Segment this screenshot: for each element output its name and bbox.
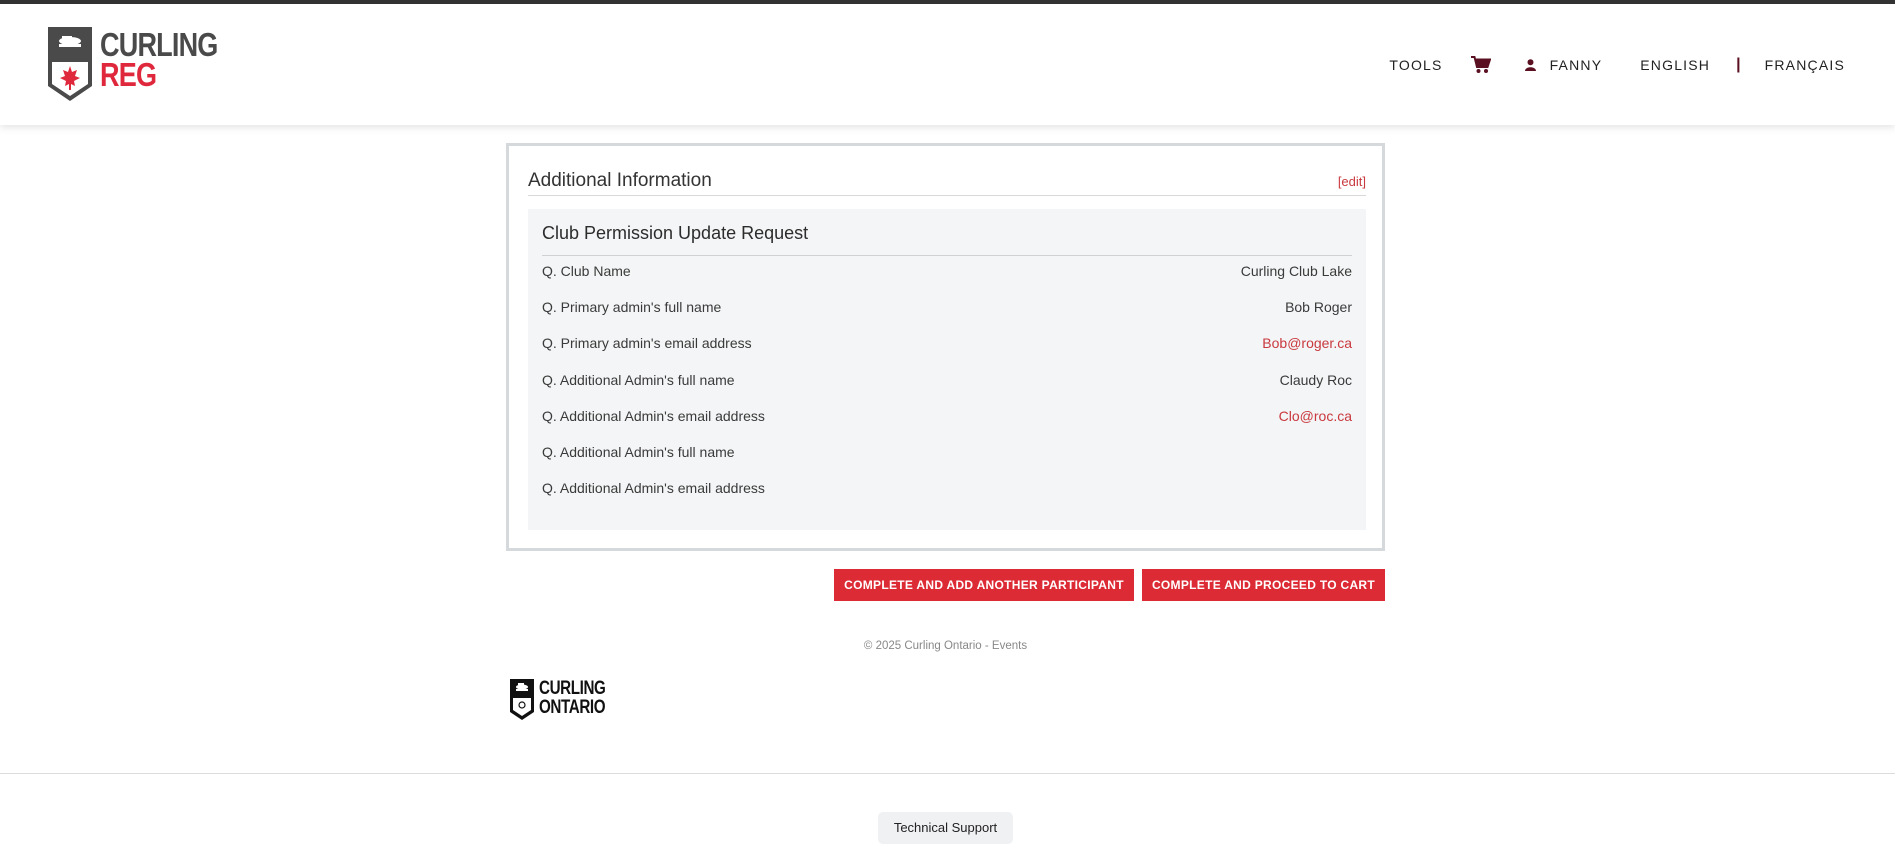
qa-row: Q. Additional Admin's email address Clo@r… [542, 404, 1352, 428]
qa-row: Q. Club Name Curling Club Lake [542, 259, 1352, 283]
lang-french[interactable]: FRANÇAIS [1765, 57, 1845, 73]
question-label: Q. Additional Admin's email address [542, 408, 765, 424]
panel-header: Additional Information [edit] [528, 170, 1366, 196]
question-label: Q. Primary admin's email address [542, 335, 752, 351]
answer-value: Curling Club Lake [1240, 263, 1352, 279]
curling-ontario-logo[interactable]: CURLING ONTARIO [509, 678, 606, 722]
footer-divider [0, 773, 1895, 774]
cart-icon [1470, 56, 1491, 73]
site-header: CURLING REG TOOLS FANNY ENGLISH | FRANÇA… [0, 4, 1895, 125]
curling-reg-logo[interactable]: CURLING REG [47, 26, 218, 106]
copyright-text: © 2025 Curling Ontario - Events [863, 640, 1028, 652]
answer-email-link[interactable]: Clo@roc.ca [1279, 404, 1352, 428]
question-label: Q. Additional Admin's email address [542, 480, 765, 496]
brand-line-2: REG [100, 56, 157, 93]
answer-email-link[interactable]: Bob@roger.ca [1262, 331, 1352, 355]
answer-value: Bob Roger [1285, 299, 1352, 315]
user-name: FANNY [1549, 57, 1603, 73]
section-title: Club Permission Update Request [542, 223, 1352, 256]
qa-row: Q. Additional Admin's full name Claudy Ro… [542, 368, 1352, 392]
question-label: Q. Primary admin's full name [542, 299, 722, 315]
question-label: Q. Additional Admin's full name [542, 444, 735, 460]
nav-tools[interactable]: TOOLS [1389, 57, 1442, 73]
brand-wordmark: CURLING REG [100, 28, 218, 93]
ontario-shield-icon [510, 679, 534, 720]
complete-proceed-cart-button[interactable]: COMPLETE AND PROCEED TO CART [1142, 569, 1385, 601]
curling-shield-icon [48, 27, 92, 101]
question-label: Q. Club Name [542, 263, 631, 279]
ontario-line-1: CURLING [539, 678, 606, 699]
main-nav: TOOLS FANNY ENGLISH | FRANÇAIS [1389, 54, 1845, 76]
nav-cart[interactable] [1470, 56, 1491, 74]
panel-title: Additional Information [528, 170, 712, 191]
additional-info-panel: Additional Information [edit] Club Permi… [506, 143, 1385, 551]
complete-add-participant-button[interactable]: COMPLETE AND ADD ANOTHER PARTICIPANT [834, 569, 1134, 601]
technical-support-button[interactable]: Technical Support [878, 812, 1013, 844]
answer-value: Claudy Roc [1279, 372, 1352, 388]
edit-link[interactable]: [edit] [1338, 174, 1366, 189]
lang-english[interactable]: ENGLISH [1640, 57, 1710, 73]
nav-user-menu[interactable]: FANNY [1524, 57, 1603, 73]
qa-row: Q. Primary admin's email address Bob@roge… [542, 331, 1352, 355]
user-icon [1524, 59, 1536, 71]
qa-row: Q. Additional Admin's email address [542, 476, 1352, 500]
question-label: Q. Additional Admin's full name [542, 372, 735, 388]
ontario-line-2: ONTARIO [539, 697, 606, 718]
lang-separator: | [1736, 56, 1741, 73]
qa-row: Q. Additional Admin's full name [542, 440, 1352, 464]
ontario-wordmark: CURLING ONTARIO [539, 678, 606, 718]
qa-box: Club Permission Update Request Q. Club N… [528, 209, 1366, 530]
qa-row: Q. Primary admin's full name Bob Roger [542, 295, 1352, 319]
